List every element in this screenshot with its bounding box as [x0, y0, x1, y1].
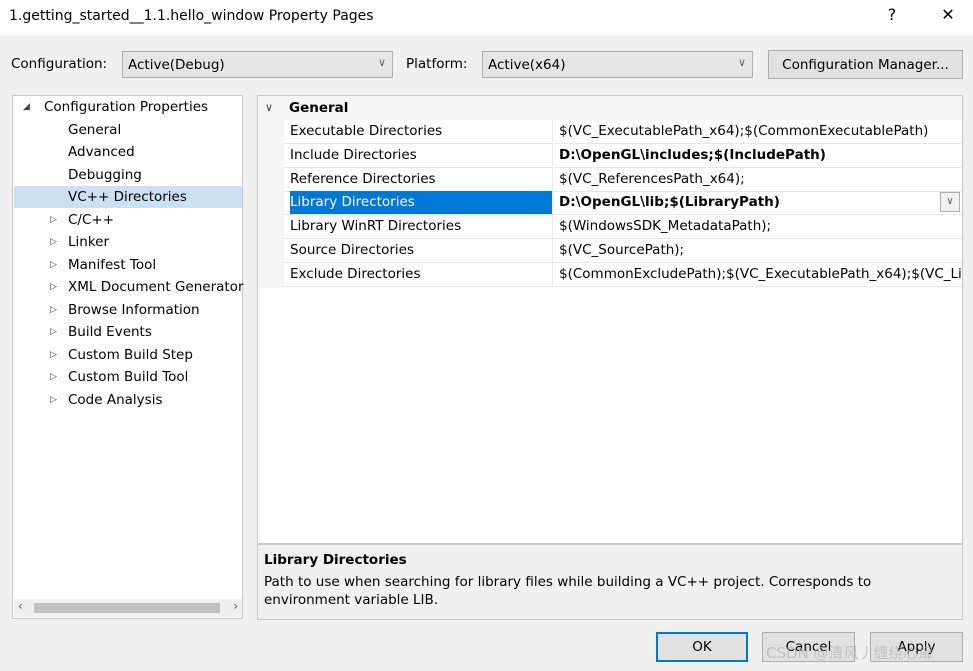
- tree-item[interactable]: ▷ Build Events: [14, 321, 152, 343]
- platform-value: Active(x64): [488, 57, 566, 73]
- configuration-label: Configuration:: [11, 56, 108, 72]
- property-value[interactable]: $(VC_ExecutablePath_x64);$(CommonExecuta…: [552, 120, 962, 143]
- tree-item-label: Custom Build Tool: [68, 369, 189, 385]
- tree-item[interactable]: ▷ Custom Build Tool: [14, 366, 188, 388]
- property-row[interactable]: Library Directories D:\OpenGL\lib;$(Libra…: [284, 191, 962, 216]
- expand-triangle-icon[interactable]: ▷: [50, 231, 57, 253]
- cancel-button[interactable]: Cancel: [762, 632, 855, 662]
- section-title: General: [289, 100, 349, 116]
- tree-item-label: Code Analysis: [68, 391, 163, 408]
- description-title: Library Directories: [264, 552, 407, 568]
- description-panel: Library Directories Path to use when sea…: [257, 544, 963, 620]
- tree-item[interactable]: Advanced: [14, 141, 135, 163]
- expand-triangle-icon[interactable]: ▷: [50, 254, 57, 276]
- property-name: Reference Directories: [290, 170, 436, 187]
- expand-triangle-icon[interactable]: ▷: [50, 389, 57, 411]
- property-tree[interactable]: ◢ Configuration Properties ‹ › General Adva…: [12, 95, 244, 619]
- close-button[interactable]: ✕: [933, 5, 963, 24]
- section-header-general[interactable]: ∨ General: [258, 96, 962, 120]
- property-name: Exclude Directories: [290, 265, 421, 282]
- tree-item-label: Linker: [68, 234, 110, 250]
- property-name: Source Directories: [290, 242, 414, 258]
- expand-triangle-icon[interactable]: ▷: [50, 344, 57, 366]
- tree-item[interactable]: VC++ Directories: [14, 186, 242, 208]
- chevron-down-icon: ∨: [737, 56, 746, 69]
- expand-triangle-icon[interactable]: ▷: [50, 366, 57, 388]
- scrollbar-thumb[interactable]: [34, 603, 220, 613]
- property-row[interactable]: Exclude Directories $(CommonExcludePath);…: [284, 262, 962, 287]
- apply-button[interactable]: Apply: [870, 632, 963, 662]
- expand-triangle-icon[interactable]: ▷: [50, 276, 57, 298]
- expand-triangle-icon[interactable]: ▷: [50, 321, 57, 343]
- platform-label: Platform:: [406, 56, 468, 72]
- tree-item-label: Build Events: [68, 324, 152, 340]
- tree-item-label: Advanced: [68, 144, 135, 160]
- property-name: Include Directories: [290, 146, 417, 163]
- tree-item-label: Manifest Tool: [68, 256, 157, 273]
- property-value[interactable]: D:\OpenGL\lib;$(LibraryPath): [552, 191, 962, 215]
- tree-item-label: XML Document Generator: [68, 279, 244, 295]
- help-button[interactable]: ?: [877, 5, 907, 24]
- property-row[interactable]: Executable Directories $(VC_ExecutablePat…: [284, 120, 962, 144]
- tree-item-label: Browse Information: [68, 301, 200, 318]
- property-value[interactable]: $(VC_SourcePath);: [552, 239, 962, 262]
- expand-triangle-icon[interactable]: ▷: [50, 209, 57, 231]
- grid-gutter: [258, 120, 284, 288]
- configuration-manager-button[interactable]: Configuration Manager...: [768, 50, 963, 79]
- chevron-down-icon: ∨: [377, 56, 386, 69]
- tree-item[interactable]: General: [14, 119, 121, 141]
- scroll-right-icon[interactable]: ›: [233, 599, 238, 613]
- horizontal-scrollbar[interactable]: ‹ ›: [14, 599, 242, 617]
- title-bar: 1.getting_started__1.1.hello_window Prop…: [0, 0, 973, 35]
- tree-item-label: Custom Build Step: [68, 346, 193, 363]
- property-row[interactable]: Include Directories D:\OpenGL\includes;$(…: [284, 143, 962, 168]
- property-name: Library Directories: [290, 191, 552, 215]
- tree-item-label: Debugging: [68, 166, 142, 183]
- property-row[interactable]: Library WinRT Directories $(WindowsSDK_Me…: [284, 215, 962, 240]
- tree-item[interactable]: ▷ Code Analysis: [14, 389, 162, 411]
- description-text: Path to use when searching for library f…: [264, 574, 872, 608]
- tree-item-label: C/C++: [68, 211, 115, 228]
- property-value[interactable]: $(WindowsSDK_MetadataPath);: [552, 215, 962, 239]
- property-value[interactable]: $(CommonExcludePath);$(VC_ExecutablePath…: [552, 262, 962, 286]
- tree-item-label: VC++ Directories: [68, 189, 187, 205]
- tree-item[interactable]: ▷ XML Document Generator: [14, 276, 244, 298]
- property-value[interactable]: $(VC_ReferencesPath_x64);: [552, 167, 962, 191]
- tree-item[interactable]: ▷ C/C++: [14, 209, 114, 231]
- tree-item[interactable]: ▷ Linker: [14, 231, 109, 253]
- ok-button[interactable]: OK: [656, 632, 748, 662]
- tree-item-label: General: [68, 121, 122, 138]
- expanded-triangle-icon: ◢: [23, 102, 30, 112]
- property-grid: ∨ General Executable Directories $(VC_Exec…: [257, 95, 963, 544]
- property-value[interactable]: D:\OpenGL\includes;$(IncludePath): [552, 143, 962, 167]
- tree-item[interactable]: Debugging: [14, 164, 142, 186]
- window-title: 1.getting_started__1.1.hello_window Prop…: [9, 8, 374, 24]
- configuration-value: Active(Debug): [128, 57, 225, 73]
- property-name: Library WinRT Directories: [290, 218, 462, 235]
- property-name: Executable Directories: [290, 123, 443, 139]
- configuration-dropdown[interactable]: Active(Debug) ∨: [122, 51, 393, 78]
- platform-dropdown[interactable]: Active(x64) ∨: [482, 51, 753, 78]
- tree-item-label: Configuration Properties: [44, 99, 209, 115]
- property-row[interactable]: Reference Directories $(VC_ReferencesPath…: [284, 167, 962, 192]
- scroll-left-icon[interactable]: ‹: [18, 599, 23, 613]
- tree-item[interactable]: ▷ Manifest Tool: [14, 254, 156, 276]
- dropdown-chevron-icon[interactable]: ∨: [940, 192, 960, 213]
- tree-item-configuration-properties[interactable]: ◢ Configuration Properties: [23, 96, 208, 118]
- tree-item[interactable]: ▷ Custom Build Step: [14, 344, 193, 366]
- expand-triangle-icon[interactable]: ▷: [50, 299, 57, 321]
- collapse-chevron-icon[interactable]: ∨: [265, 96, 273, 120]
- property-row[interactable]: Source Directories $(VC_SourcePath);: [284, 239, 962, 263]
- tree-item[interactable]: ▷ Browse Information: [14, 299, 200, 321]
